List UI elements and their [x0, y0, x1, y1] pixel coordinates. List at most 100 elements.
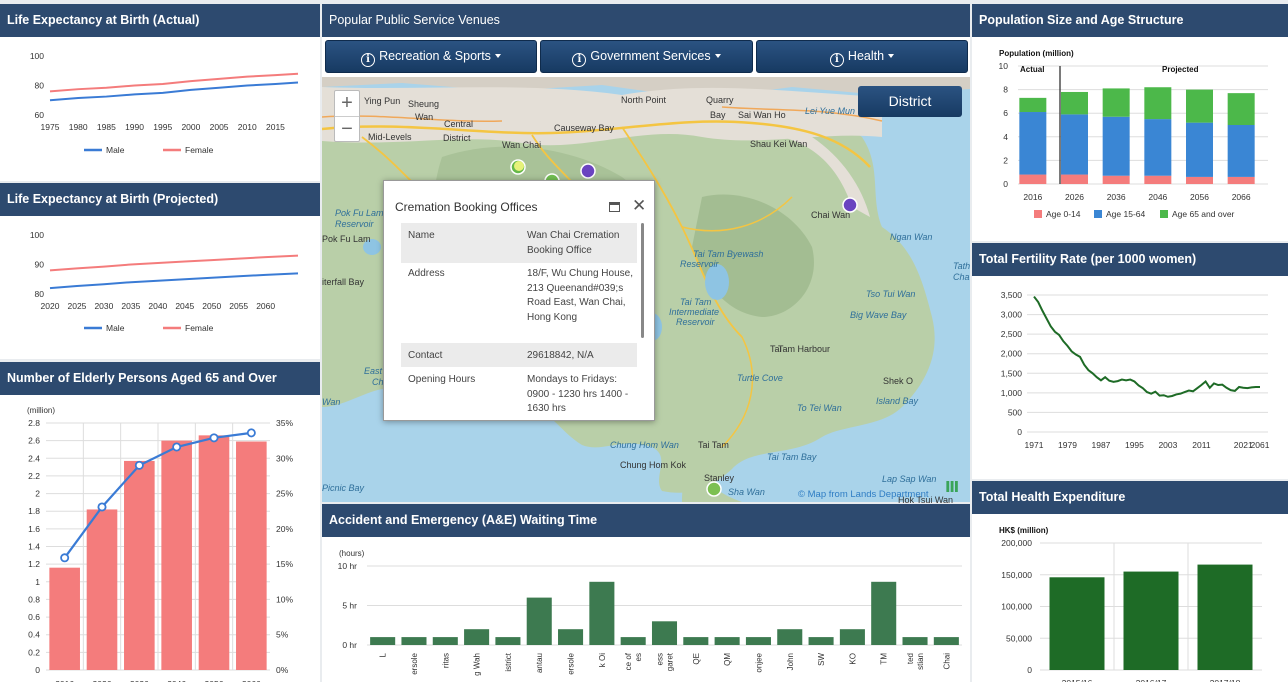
x-tick-label: 2025: [67, 301, 86, 311]
elderly-persons-chart[interactable]: (million) 0 0.2 0.4 0.6 0.8 1 1.2 1.4 1.6 1.8 2 2.2 2…: [0, 362, 320, 682]
panel-life-expectancy-projected: Life Expectancy at Birth (Projected) 80 9…: [0, 183, 320, 359]
tab-recreation-sports[interactable]: i Recreation & Sports: [325, 40, 537, 73]
map-label: Sha Wan: [728, 487, 765, 497]
y-axis-label: (hours): [339, 549, 365, 558]
popup-key: Name: [408, 230, 435, 241]
tab-government-services[interactable]: i Government Services: [540, 40, 753, 73]
x-tick-label: 2040: [148, 301, 167, 311]
y-tick-label: 100,000: [1001, 602, 1032, 612]
popup-value: 18/F, Wu Chung House, 213 Queenand#039;s…: [527, 268, 633, 323]
caret-down-icon: [714, 54, 721, 58]
bar-segment-2046: [1144, 175, 1172, 184]
tab-label: Government Services: [590, 49, 711, 63]
x-tick-label: 2020: [41, 301, 60, 311]
bar-2056: [198, 435, 230, 670]
health-expenditure-chart[interactable]: HK$ (million) 0 50,000 100,000 150,000 200,00…: [972, 481, 1288, 682]
map-label: Island Bay: [876, 396, 919, 406]
map-label: Tath: [953, 261, 971, 271]
district-button[interactable]: District: [858, 86, 962, 117]
y-tick-label: 2.2: [28, 471, 40, 481]
map-label: Quarry: [706, 95, 734, 105]
x-tick-label: 2061: [1251, 440, 1270, 450]
population-chart[interactable]: Population (million) 0 2 4 6 8 10 Actual Project…: [972, 4, 1288, 241]
map-label: Big Wave Bay: [850, 310, 907, 320]
y-tick-label: 0.4: [28, 630, 40, 640]
popup-scrollbar[interactable]: [641, 223, 644, 338]
life-expectancy-projected-chart[interactable]: 80 90 100 2020 2025 2030 2035 2040 2045 2050 2055 2…: [0, 183, 320, 359]
y-tick-label: 2,500: [1001, 329, 1023, 339]
close-icon[interactable]: ✕: [632, 196, 646, 216]
map-label: Reservoir: [335, 219, 374, 229]
bar-segment-2046: [1144, 87, 1172, 120]
y-tick-label: 8: [1003, 85, 1008, 95]
map-label: East: [364, 366, 383, 376]
zoom-in-button[interactable]: +: [335, 91, 359, 116]
zoom-control: + −: [334, 90, 360, 142]
y-tick-label: 0: [1003, 179, 1008, 189]
x-tick-label: g Wah: [473, 653, 482, 676]
fertility-rate-line: [1033, 295, 1260, 398]
map-label: Cha: [953, 272, 970, 282]
map-attribution[interactable]: © Map from Lands Department: [798, 489, 929, 500]
x-tick-label-group: istrict: [504, 652, 513, 671]
legend-label: Male: [106, 145, 125, 155]
zoom-out-button[interactable]: −: [335, 116, 359, 141]
annotation-actual: Actual: [1020, 65, 1044, 74]
bar-ersole: [401, 637, 427, 645]
x-tick-label: QM: [723, 653, 732, 666]
bar-segment-2056: [1186, 89, 1213, 123]
y2-tick-label: 20%: [276, 524, 293, 534]
y-tick-label: 4: [1003, 132, 1008, 142]
ae-waiting-time-chart[interactable]: (hours) 0 hr 5 hr 10 hr L ersole ritas g Wah ist…: [322, 504, 970, 682]
x-tick-label: 2000: [181, 122, 200, 132]
bar-ritas: [432, 637, 458, 645]
bar-Chai: [933, 637, 959, 645]
bar-segment-2016: [1019, 97, 1047, 113]
map-label: Lap Sap Wan: [882, 474, 937, 484]
panel-population: Population Size and Age Structure Popula…: [972, 4, 1288, 241]
line-point: [134, 460, 144, 470]
popup-key: Contact: [408, 350, 443, 361]
map-label: Wan: [322, 397, 341, 407]
x-tick-label: ess: [656, 653, 665, 665]
bar-segment-2026: [1061, 114, 1088, 175]
y-tick-label: 500: [1008, 407, 1022, 417]
x-tick-label: 2011: [1192, 440, 1211, 450]
x-tick-label: ritas: [441, 653, 450, 668]
line-point: [209, 433, 219, 443]
x-tick-label-group: QE: [692, 653, 701, 665]
x-tick-label: 1985: [97, 122, 116, 132]
bar-segment-2066: [1227, 176, 1255, 184]
y2-tick-label: 5%: [276, 630, 289, 640]
x-tick-label: L: [379, 652, 388, 657]
x-tick-label-group: Chai: [942, 653, 951, 670]
x-tick-label-group: L: [379, 652, 388, 657]
map-label: Turtle Cove: [737, 373, 783, 383]
bar-SW: [808, 637, 834, 645]
bar-segment-2056: [1186, 122, 1213, 177]
x-tick-label-group: ersole: [567, 652, 576, 674]
info-icon: i: [572, 53, 587, 67]
maximize-icon[interactable]: [609, 202, 620, 212]
popup-value: Wan Chai Cremation Booking Office: [527, 230, 620, 256]
bar-segment-2016: [1019, 174, 1047, 184]
life-expectancy-actual-chart[interactable]: 60 80 100 1975 1980 1985 1990 1995 2000 2005 2010 2…: [0, 4, 320, 181]
y-axis-label: HK$ (million): [999, 526, 1049, 535]
x-tick-label-group: ersole: [410, 652, 419, 674]
x-tick-label: 2016: [1023, 192, 1042, 202]
tab-health[interactable]: i Health: [756, 40, 968, 73]
map-label: Bay: [710, 110, 726, 120]
y-tick-label: 1.6: [28, 524, 40, 534]
x-tick-label-group: ted stian: [906, 653, 925, 670]
caret-down-icon: [494, 54, 501, 58]
x-tick-label: 2017/18: [1210, 678, 1241, 682]
map-label: Tai Tam Bay: [767, 452, 817, 462]
map-label: Pok Fu Lam: [322, 234, 371, 244]
x-tick-label: 2045: [175, 301, 194, 311]
x-tick-label: 2015/16: [1062, 678, 1093, 682]
y-tick-label: 1: [35, 577, 40, 587]
fertility-chart[interactable]: 0 500 1,000 1,500 2,000 2,500 3,000 3,500 1971 19…: [972, 243, 1288, 479]
map-label: Tam Harbour: [778, 344, 831, 354]
map-label: Intermediate: [669, 307, 720, 317]
map-label: Tai Tam: [680, 297, 712, 307]
